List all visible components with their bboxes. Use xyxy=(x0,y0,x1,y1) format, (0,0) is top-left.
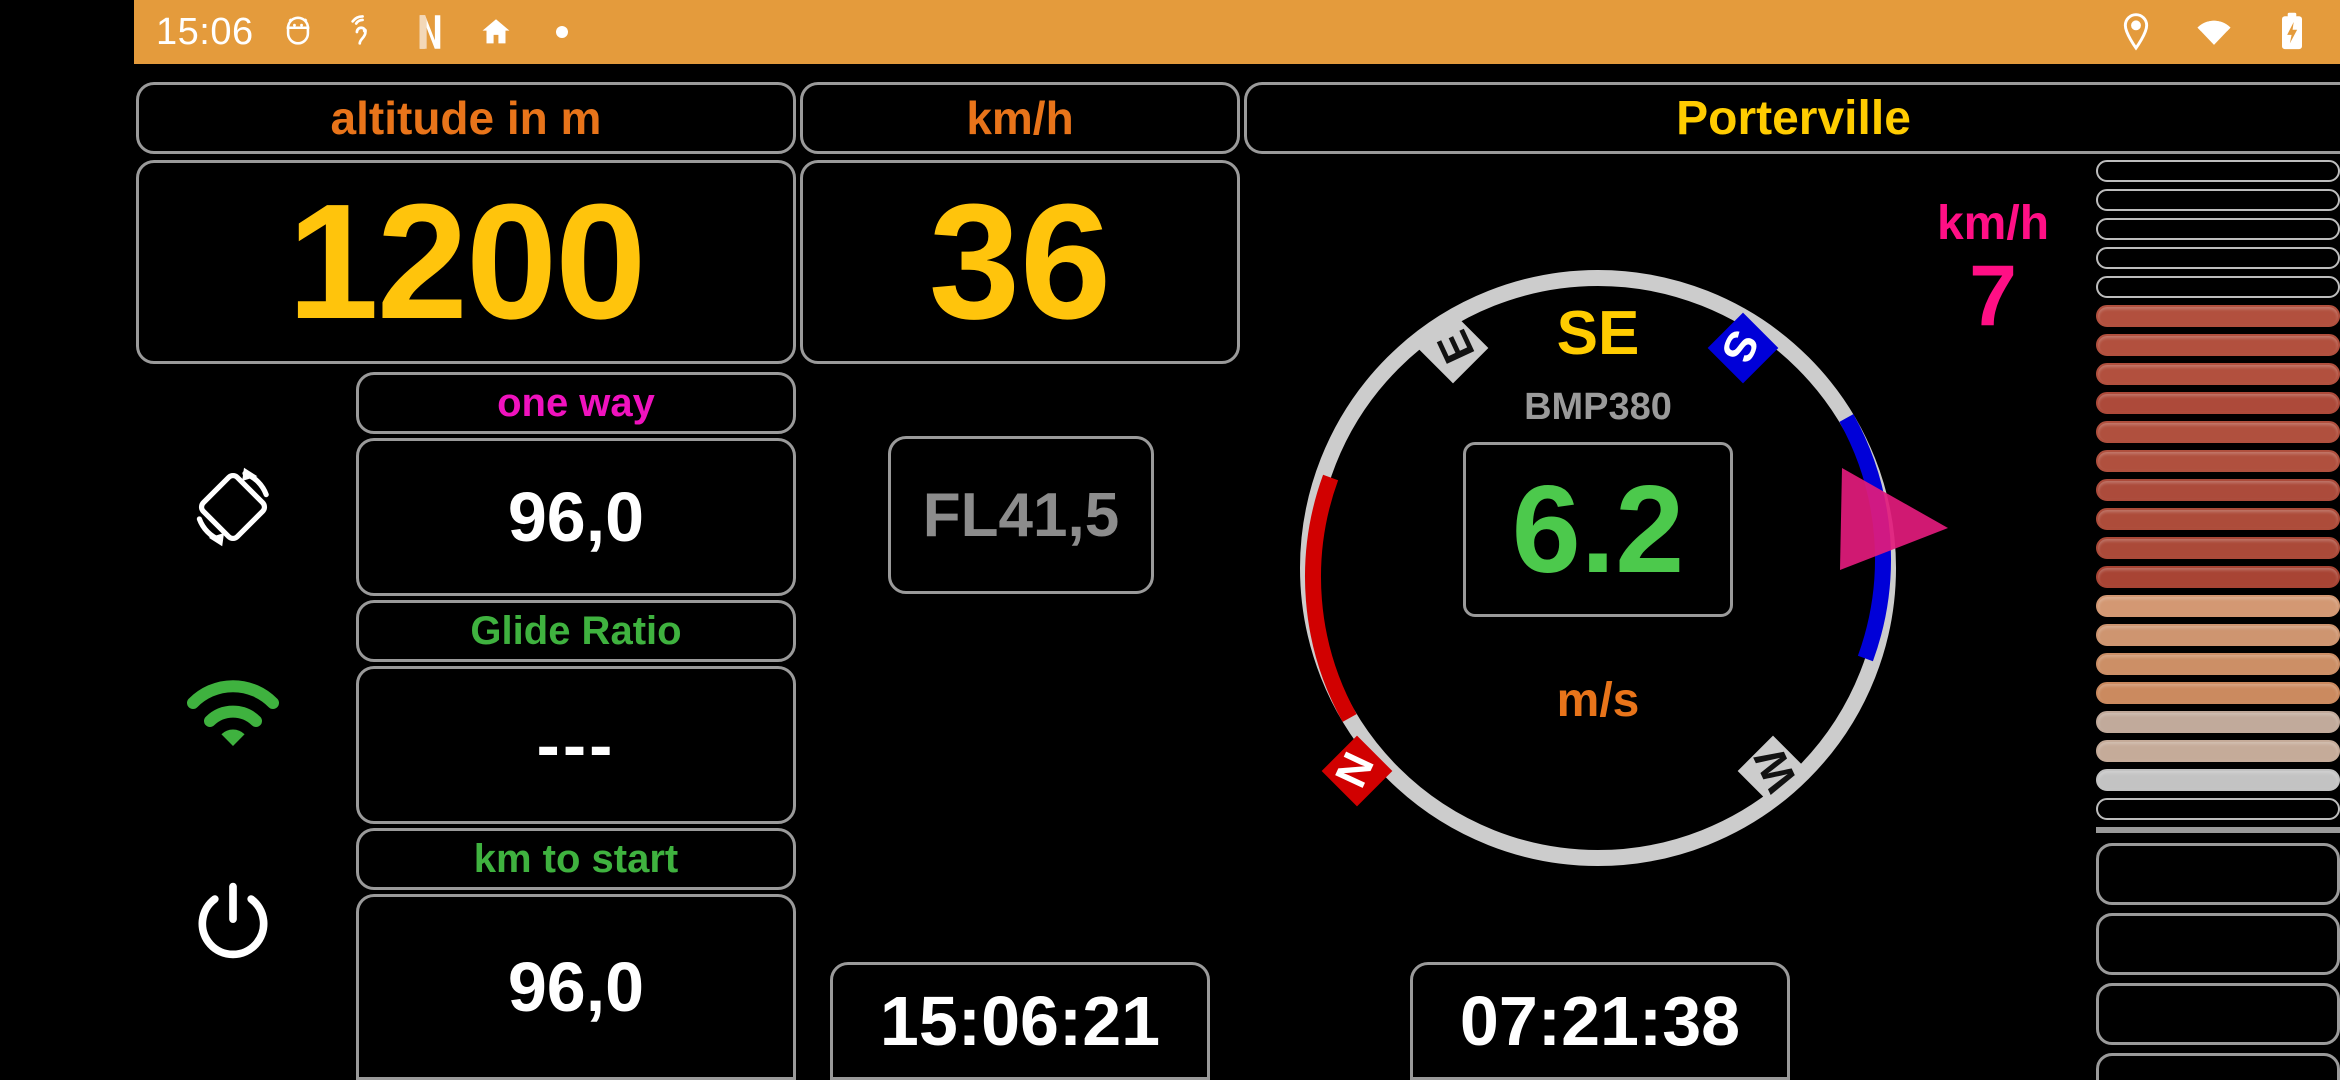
wind-speed-value: 7 xyxy=(1969,248,2017,344)
flight-instrument-screen: 15:06 altitude in m km/h Porterville 120… xyxy=(0,0,2340,1080)
vario-bar xyxy=(2096,218,2340,240)
flight-level-panel[interactable]: FL41,5 xyxy=(888,436,1154,594)
altitude-value: 1200 xyxy=(287,170,647,353)
glide-ratio-label: Glide Ratio xyxy=(470,608,682,653)
speed-label: km/h xyxy=(966,92,1074,144)
vario-bar xyxy=(2096,450,2340,472)
screen-rotation-icon[interactable] xyxy=(178,452,288,562)
vario-value: 6.2 xyxy=(1511,460,1685,599)
one-way-value: 96,0 xyxy=(507,478,645,556)
vario-bar xyxy=(2096,392,2340,414)
altitude-label: altitude in m xyxy=(330,92,602,144)
glide-ratio-label-panel[interactable]: Glide Ratio xyxy=(356,600,796,662)
local-time-panel[interactable]: 15:06:21 xyxy=(830,962,1210,1080)
speed-value-panel[interactable]: 36 xyxy=(800,160,1240,364)
location-pin-icon xyxy=(2118,13,2154,51)
netflix-icon[interactable] xyxy=(412,14,448,50)
vario-bar xyxy=(2096,653,2340,675)
vario-bar xyxy=(2096,711,2340,733)
location-label-panel[interactable]: Porterville xyxy=(1244,82,2340,154)
flight-level-value: FL41,5 xyxy=(922,480,1120,550)
vario-bar xyxy=(2096,276,2340,298)
wifi-icon xyxy=(2196,14,2232,50)
utc-time-panel[interactable]: 07:21:38 xyxy=(1410,962,1790,1080)
wind-speed-readout: km/h 7 xyxy=(1888,196,2098,341)
svg-text:W: W xyxy=(1745,740,1807,799)
hearing-aid-icon[interactable] xyxy=(346,14,382,50)
vario-bar xyxy=(2096,624,2340,646)
altitude-value-panel[interactable]: 1200 xyxy=(136,160,796,364)
vario-bar xyxy=(2096,247,2340,269)
vario-empty-box xyxy=(2096,983,2340,1045)
home-icon[interactable] xyxy=(478,14,514,50)
glide-ratio-value-panel[interactable]: --- xyxy=(356,666,796,824)
vario-empty-box-list xyxy=(2096,843,2340,1080)
status-bar-clock: 15:06 xyxy=(156,11,254,53)
compass-sensor-label: BMP380 xyxy=(1524,386,1672,428)
km-to-start-value: 96,0 xyxy=(507,948,645,1026)
vario-empty-box xyxy=(2096,1053,2340,1080)
vario-bar xyxy=(2096,160,2340,182)
vario-bar xyxy=(2096,566,2340,588)
vario-bar-list xyxy=(2096,160,2340,820)
status-bar-notification-icons xyxy=(280,14,580,50)
km-to-start-label-panel[interactable]: km to start xyxy=(356,828,796,890)
vario-bar-gauge[interactable] xyxy=(2096,160,2340,1080)
compass-cardinal-N: N xyxy=(1321,735,1393,807)
wifi-signal-icon[interactable] xyxy=(178,660,288,770)
wind-speed-unit: km/h xyxy=(1936,197,2050,250)
vario-bar xyxy=(2096,682,2340,704)
km-to-start-label: km to start xyxy=(473,836,679,881)
dot-icon[interactable] xyxy=(544,14,580,50)
local-time-value: 15:06:21 xyxy=(879,982,1161,1060)
vario-divider xyxy=(2096,827,2340,833)
android-face-icon[interactable] xyxy=(280,14,316,50)
speed-label-panel[interactable]: km/h xyxy=(800,82,1240,154)
altitude-label-panel[interactable]: altitude in m xyxy=(136,82,796,154)
vario-empty-box xyxy=(2096,913,2340,975)
vario-empty-box xyxy=(2096,843,2340,905)
compass-widget[interactable]: E S N W SE BMP380 6.2 m/s xyxy=(1248,218,1948,918)
power-icon[interactable] xyxy=(178,868,288,978)
one-way-label: one way xyxy=(497,380,655,425)
vario-bar xyxy=(2096,740,2340,762)
vario-bar xyxy=(2096,189,2340,211)
battery-charging-icon xyxy=(2274,12,2310,50)
vario-bar xyxy=(2096,479,2340,501)
glide-ratio-value: --- xyxy=(536,706,616,784)
one-way-value-panel[interactable]: 96,0 xyxy=(356,438,796,596)
location-name: Porterville xyxy=(1676,91,1911,145)
vario-bar xyxy=(2096,769,2340,791)
vario-bar xyxy=(2096,421,2340,443)
km-to-start-value-panel[interactable]: 96,0 xyxy=(356,894,796,1080)
vario-bar xyxy=(2096,363,2340,385)
vario-bar xyxy=(2096,595,2340,617)
status-bar-system-icons xyxy=(2118,12,2310,51)
vario-bar xyxy=(2096,537,2340,559)
vario-bar xyxy=(2096,798,2340,820)
utc-time-value: 07:21:38 xyxy=(1459,982,1741,1060)
compass-cardinal-W: W xyxy=(1737,735,1809,807)
compass-direction: SE xyxy=(1556,299,1640,368)
vario-bar xyxy=(2096,305,2340,327)
vario-bar xyxy=(2096,508,2340,530)
speed-value: 36 xyxy=(928,170,1112,353)
vario-bar xyxy=(2096,334,2340,356)
status-bar: 15:06 xyxy=(134,0,2340,64)
one-way-label-panel[interactable]: one way xyxy=(356,372,796,434)
vario-unit-label: m/s xyxy=(1556,674,1640,727)
vario-value-panel[interactable]: 6.2 xyxy=(1463,442,1733,617)
